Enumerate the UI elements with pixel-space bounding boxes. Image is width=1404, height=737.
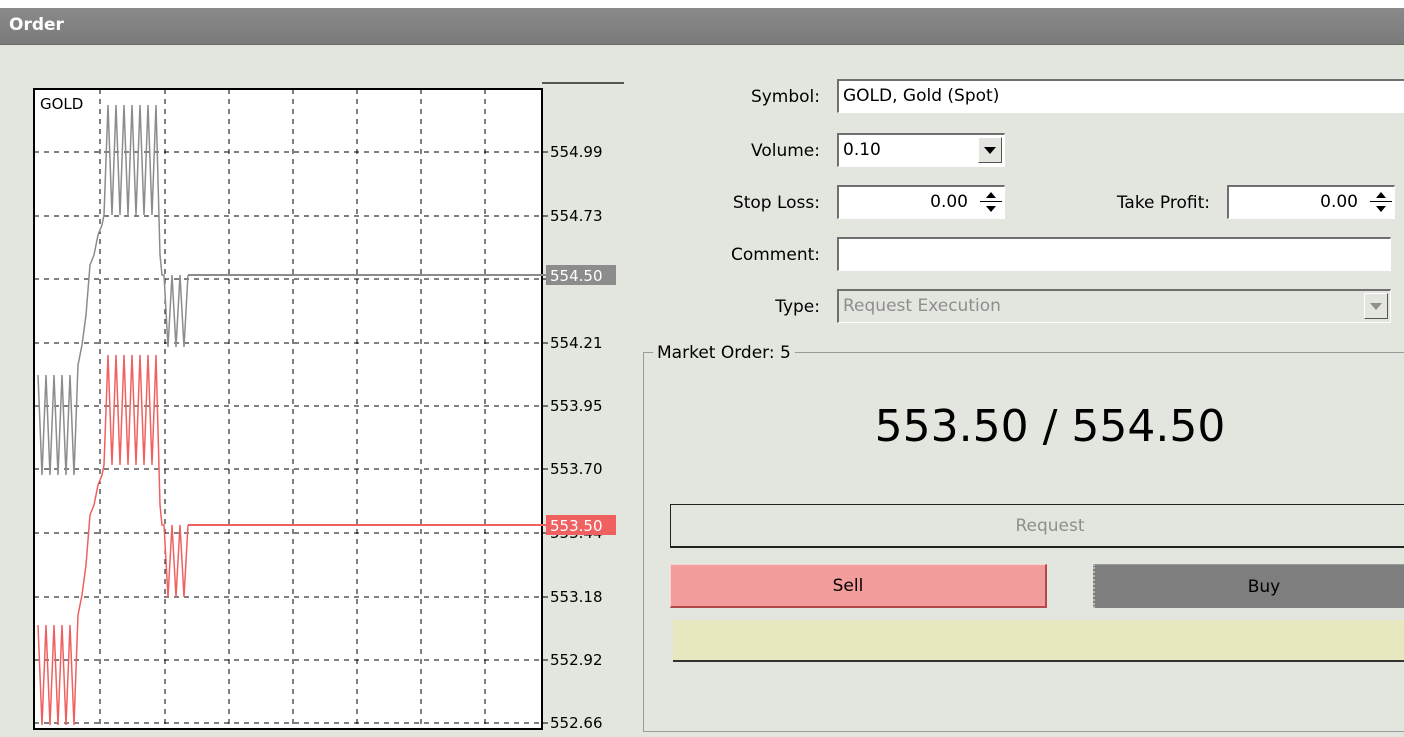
ask-price-tag-label: 554.50 — [550, 267, 603, 285]
title-bar[interactable]: Order — [0, 8, 1404, 45]
symbol-label: Symbol: — [750, 87, 820, 107]
type-label: Type: — [775, 297, 820, 317]
take-profit-spinner[interactable] — [1370, 189, 1392, 215]
price-tick-label-9: 552.66 — [550, 714, 603, 731]
arrow-down-icon — [986, 205, 996, 212]
comment-label: Comment: — [730, 245, 820, 265]
symbol-field[interactable]: GOLD, Gold (Spot) — [837, 79, 1404, 113]
stop-loss-decrement[interactable] — [980, 202, 1002, 215]
take-profit-field[interactable]: 0.00 — [1227, 185, 1395, 219]
volume-value: 0.10 — [843, 140, 881, 160]
price-tick-label-5: 553.70 — [550, 460, 603, 478]
take-profit-value: 0.00 — [1320, 192, 1358, 212]
price-tick-label-7: 553.18 — [550, 588, 603, 606]
sell-button-label: Sell — [832, 575, 864, 596]
stop-loss-spinner[interactable] — [980, 189, 1002, 215]
type-dropdown-button[interactable] — [1364, 293, 1388, 319]
volume-select[interactable]: 0.10 — [837, 133, 1005, 167]
chevron-down-icon — [984, 146, 996, 154]
request-button-label: Request — [1015, 515, 1085, 536]
price-tick-label-1: 554.73 — [550, 207, 603, 225]
buy-button[interactable]: Buy — [1093, 564, 1404, 608]
arrow-down-icon — [1376, 205, 1386, 212]
stop-loss-label: Stop Loss: — [732, 193, 820, 213]
order-window: Order GOLD 554.99554.73554.47554.21553.9… — [0, 8, 1404, 737]
stop-loss-value: 0.00 — [930, 192, 968, 212]
bid-ask-price: 553.50 / 554.50 — [874, 401, 1226, 452]
chart-symbol-label: GOLD — [40, 95, 83, 113]
tick-chart: GOLD 554.99554.73554.47554.21553.95553.7… — [28, 75, 624, 731]
arrow-up-icon — [986, 192, 996, 198]
price-tick-label-4: 553.95 — [550, 397, 603, 415]
price-tick-label-8: 552.92 — [550, 651, 603, 669]
take-profit-decrement[interactable] — [1370, 202, 1392, 215]
type-value: Request Execution — [843, 296, 1001, 316]
window-title: Order — [9, 15, 64, 35]
market-order-title: Market Order: 5 — [653, 343, 795, 363]
price-tick-label-3: 554.21 — [550, 334, 603, 352]
bid-price-tag-label: 553.50 — [550, 517, 603, 535]
chevron-down-icon — [1370, 302, 1382, 310]
sell-button[interactable]: Sell — [670, 564, 1047, 608]
request-button[interactable]: Request — [670, 504, 1404, 548]
comment-input[interactable] — [837, 237, 1391, 271]
price-axis: 554.99554.73554.47554.21553.95553.70553.… — [546, 143, 616, 731]
volume-dropdown-button[interactable] — [978, 137, 1002, 163]
price-tick-label-0: 554.99 — [550, 143, 603, 161]
volume-label: Volume: — [751, 141, 820, 161]
stop-loss-field[interactable]: 0.00 — [837, 185, 1005, 219]
take-profit-increment[interactable] — [1370, 189, 1392, 202]
status-bar — [673, 620, 1404, 662]
type-select[interactable]: Request Execution — [837, 289, 1391, 323]
buy-button-label: Buy — [1247, 576, 1281, 597]
take-profit-label: Take Profit: — [1116, 193, 1210, 213]
tick-chart-svg: GOLD 554.99554.73554.47554.21553.95553.7… — [33, 82, 624, 731]
symbol-value: GOLD, Gold (Spot) — [843, 86, 1000, 106]
stop-loss-increment[interactable] — [980, 189, 1002, 202]
arrow-up-icon — [1376, 192, 1386, 198]
